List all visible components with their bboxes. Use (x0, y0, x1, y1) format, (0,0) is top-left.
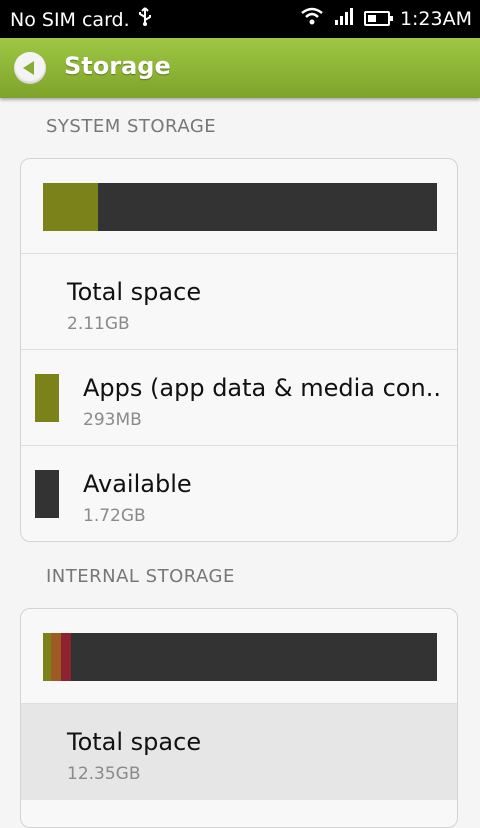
internal-storage-card: Total space 12.35GB (20, 608, 458, 828)
row-value: 12.35GB (67, 764, 141, 784)
row-label: Apps (app data & media con.. (83, 374, 441, 402)
status-bar: No SIM card. 1:23AM (0, 0, 480, 38)
storage-bar-segment (43, 183, 99, 231)
battery-icon (363, 11, 393, 26)
list-item-total-space[interactable]: Total space 2.11GB (21, 253, 457, 350)
usb-icon (138, 7, 152, 32)
storage-bar-segment (43, 633, 51, 681)
page-title: Storage (64, 52, 171, 80)
row-label: Total space (67, 728, 202, 756)
row-label: Total space (67, 278, 202, 306)
system-storage-bar (43, 183, 437, 231)
internal-storage-bar (43, 633, 437, 681)
signal-icon (334, 7, 354, 30)
wifi-icon (300, 7, 324, 30)
row-value: 1.72GB (83, 506, 146, 526)
row-value: 293MB (83, 410, 142, 430)
row-label: Available (83, 470, 192, 498)
title-bar: Storage (0, 38, 480, 98)
storage-bar-segment (60, 633, 71, 681)
section-header-system-storage: SYSTEM STORAGE (46, 116, 217, 137)
list-item-apps[interactable]: Apps (app data & media con.. 293MB (21, 349, 457, 446)
back-arrow-icon[interactable] (14, 52, 46, 84)
system-storage-card: Total space 2.11GB Apps (app data & medi… (20, 158, 458, 542)
section-header-internal-storage: INTERNAL STORAGE (46, 566, 235, 587)
apps-color-swatch (35, 374, 59, 422)
available-color-swatch (35, 470, 59, 518)
row-value: 2.11GB (67, 314, 130, 334)
storage-bar-segment (50, 633, 61, 681)
list-item-available[interactable]: Available 1.72GB (21, 445, 457, 541)
clock-text: 1:23AM (399, 7, 472, 30)
carrier-text: No SIM card. (10, 8, 130, 31)
list-item-total-space[interactable]: Total space 12.35GB (21, 703, 457, 800)
